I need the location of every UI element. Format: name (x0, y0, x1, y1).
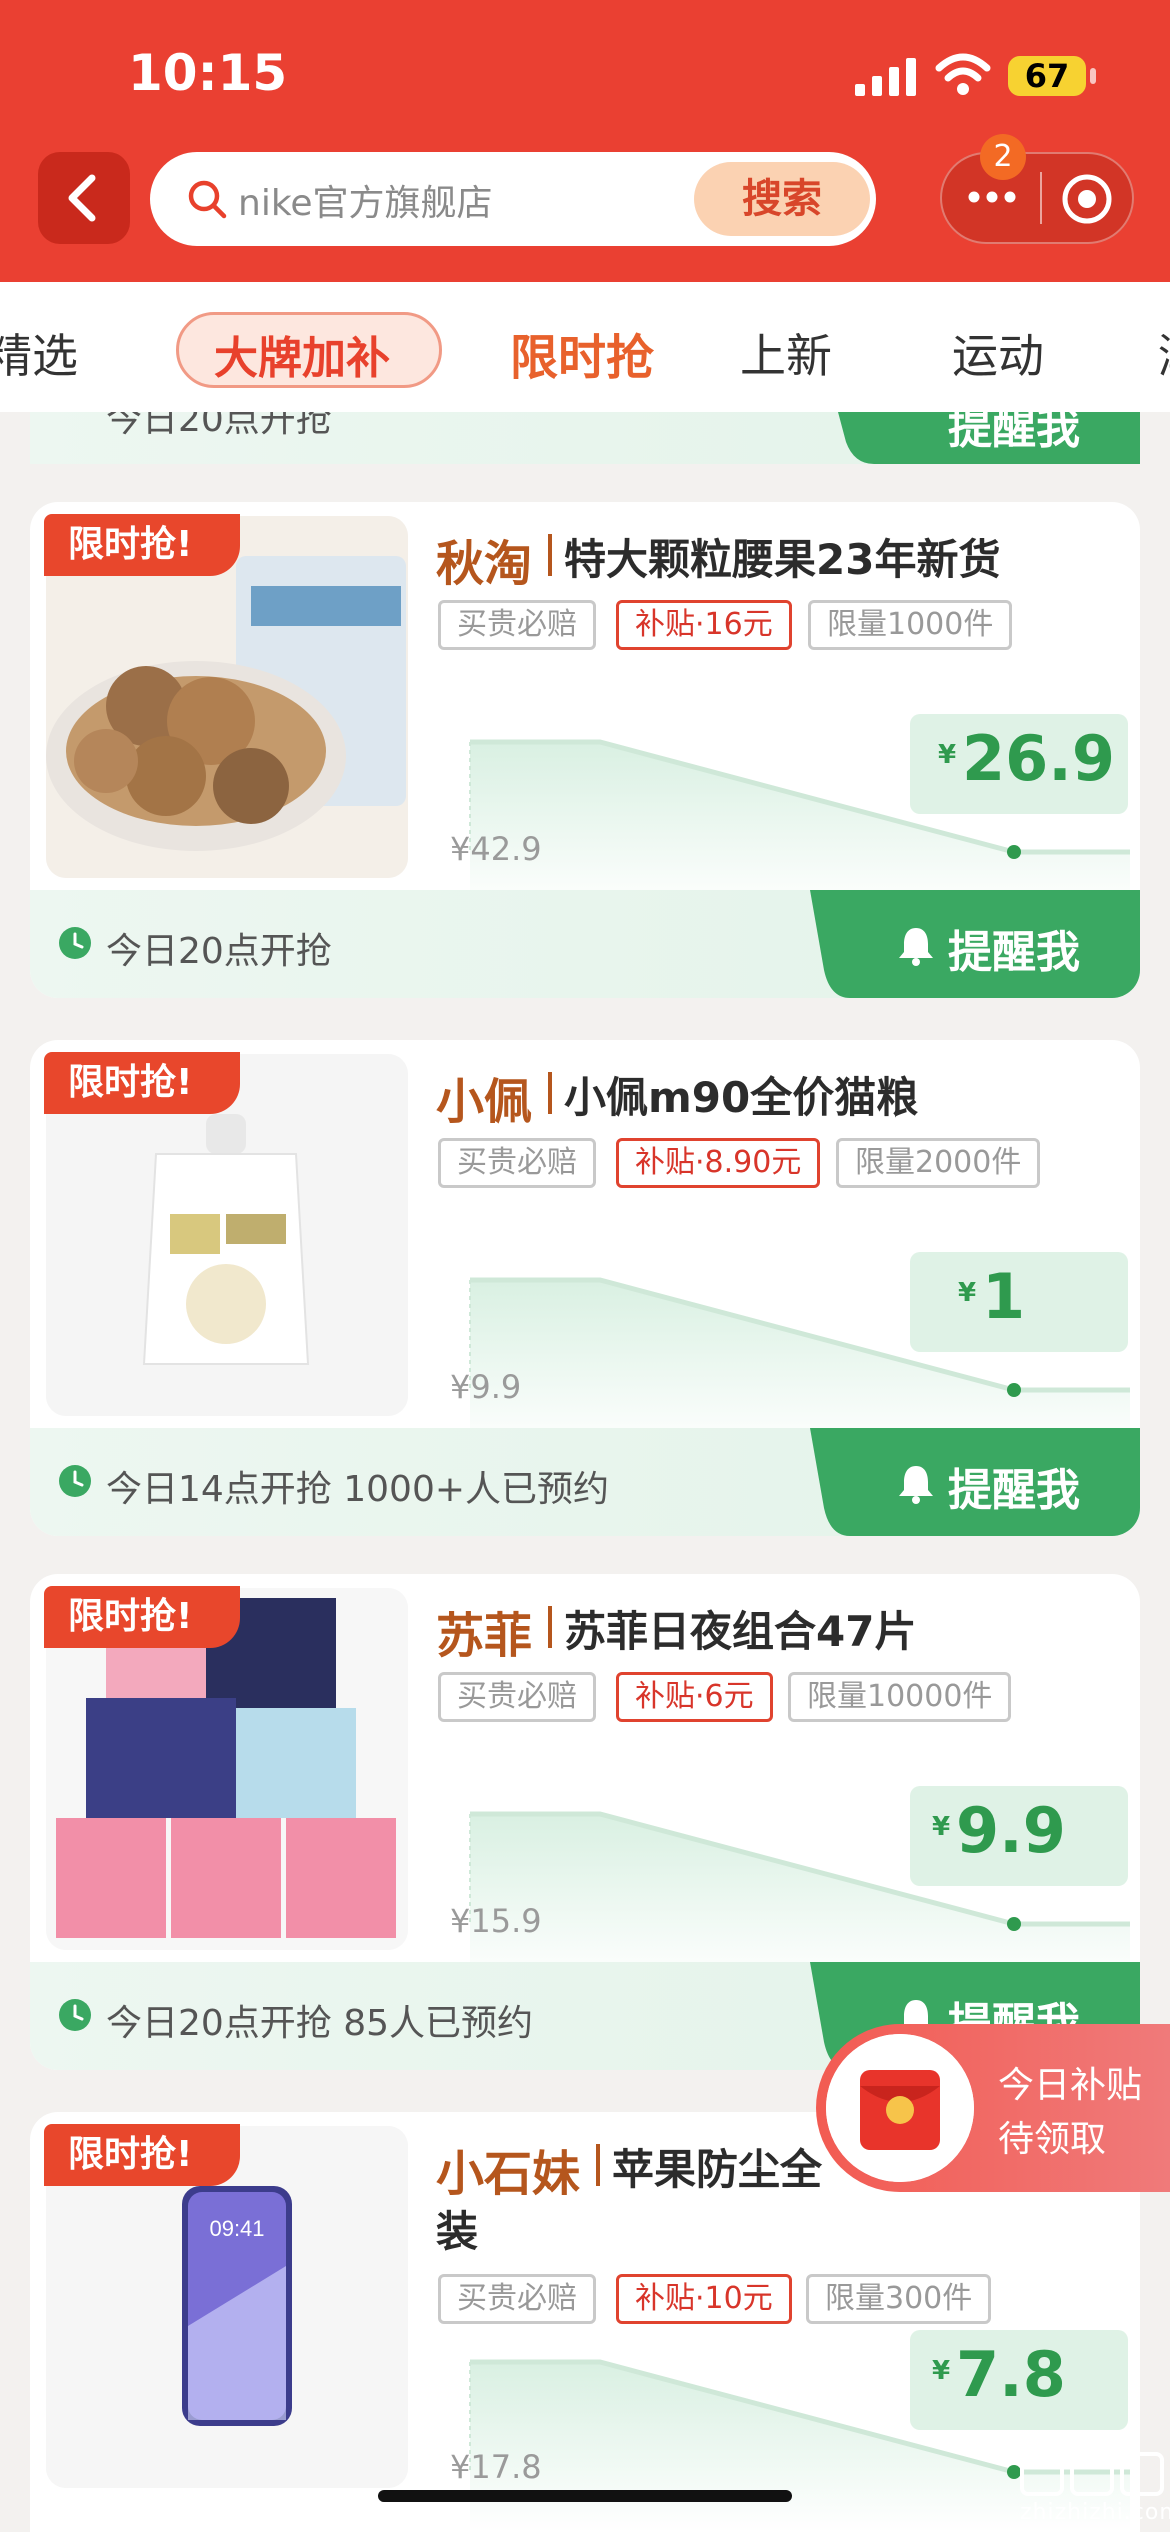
tab-new-arrivals[interactable]: 上新 (740, 320, 832, 386)
flash-sale-tag: 限时抢! (44, 1586, 240, 1648)
product-card[interactable]: 限时抢! 苏菲 苏菲日夜组合47片 买贵必赔 补贴·6元 限量10000件 ¥1… (30, 1574, 1140, 2070)
flash-sale-tag: 限时抢! (44, 1052, 240, 1114)
brand-name: 秋淘 (436, 536, 533, 592)
tag-subsidy: 补贴·10元 (616, 2274, 792, 2324)
tag-subsidy: 补贴·8.90元 (616, 1138, 821, 1188)
title-separator (548, 1606, 552, 1648)
start-time-text: 今日20点开抢 (106, 931, 332, 972)
sale-price: 9.9 (956, 1794, 1066, 1867)
tag-price-guarantee: 买贵必赔 (438, 600, 596, 650)
currency-symbol: ¥ (932, 1812, 951, 1842)
tab-sports[interactable]: 运动 (952, 320, 1044, 386)
notification-badge: 2 (980, 134, 1026, 180)
more-dots-icon[interactable] (962, 182, 1022, 212)
watermark-text: zhizhizhi.com (1020, 2500, 1170, 2525)
battery-indicator: 67 (1008, 56, 1086, 96)
product-title: 苏菲日夜组合47片 (564, 1607, 917, 1656)
partial-remind-label: 提醒我 (948, 412, 1080, 454)
product-card[interactable]: 限时抢! 秋淘 特大颗粒腰果23年新货 买贵必赔 补贴·16元 限量1000件 … (30, 502, 1140, 998)
flash-sale-tag: 限时抢! (44, 2124, 240, 2186)
currency-symbol: ¥ (958, 1278, 977, 1308)
product-title: 苹果防尘全 (612, 2145, 823, 2194)
sale-price: 26.9 (962, 722, 1115, 795)
partial-card-footer: 今日20点开抢 提醒我 (30, 412, 1140, 464)
tag-limit: 限量10000件 (788, 1672, 1012, 1722)
tab-selected-picks[interactable]: 精选 (0, 320, 78, 386)
bell-icon (899, 928, 933, 966)
search-icon (188, 180, 227, 219)
currency-symbol: ¥ (932, 2356, 951, 2386)
tag-limit: 限量1000件 (808, 600, 1013, 650)
original-price: ¥42.9 (450, 830, 542, 868)
original-price: ¥17.8 (450, 2448, 542, 2486)
red-envelope-icon (826, 2034, 974, 2182)
product-card[interactable]: 限时抢! 小佩 小佩m90全价猫粮 买贵必赔 补贴·8.90元 限量2000件 … (30, 1040, 1140, 1536)
flash-sale-tag: 限时抢! (44, 514, 240, 576)
remind-label: 提醒我 (948, 1465, 1080, 1516)
subsidy-text-line2: 待领取 (998, 2119, 1107, 2160)
tag-price-guarantee: 买贵必赔 (438, 1672, 596, 1722)
tag-price-guarantee: 买贵必赔 (438, 2274, 596, 2324)
brand-name: 小佩 (436, 1074, 533, 1130)
sale-price: 7.8 (956, 2338, 1066, 2411)
title-separator (548, 534, 552, 576)
original-price: ¥15.9 (450, 1902, 542, 1940)
search-button[interactable]: 搜索 (694, 162, 870, 236)
start-time-text: 今日14点开抢 1000+人已预约 (106, 1469, 610, 1510)
partial-start-time: 今日20点开抢 (106, 412, 332, 440)
tag-limit: 限量300件 (806, 2274, 992, 2324)
back-button[interactable] (38, 152, 130, 244)
tab-brand-subsidy-label: 大牌加补 (214, 333, 390, 384)
svg-text:09:41: 09:41 (209, 2216, 264, 2241)
chevron-left-icon (68, 174, 96, 222)
battery-tip (1090, 68, 1096, 84)
brand-name: 苏菲 (436, 1608, 533, 1664)
capsule-divider (1040, 172, 1042, 224)
search-placeholder: nike官方旗舰店 (238, 183, 493, 224)
subsidy-text-line1: 今日补贴 (998, 2065, 1143, 2106)
sale-price: 1 (982, 1260, 1026, 1333)
status-time: 10:15 (128, 44, 288, 102)
original-price: ¥9.9 (450, 1368, 522, 1406)
tab-trend[interactable]: 潮 (1158, 320, 1170, 386)
wifi-icon (935, 53, 991, 95)
tag-limit: 限量2000件 (836, 1138, 1041, 1188)
close-target-icon[interactable] (1060, 172, 1114, 226)
clock-icon (59, 1465, 91, 1497)
currency-symbol: ¥ (938, 740, 957, 770)
title-separator (548, 1072, 552, 1114)
clock-icon (59, 927, 91, 959)
product-title-line2: 装 (436, 2207, 479, 2256)
brand-name: 小石妹 (436, 2146, 581, 2202)
remind-label: 提醒我 (948, 927, 1080, 978)
title-separator (596, 2144, 600, 2186)
tab-flash-sale[interactable]: 限时抢 (510, 318, 654, 388)
tag-price-guarantee: 买贵必赔 (438, 1138, 596, 1188)
clock-icon (59, 1999, 91, 2031)
product-title: 小佩m90全价猫粮 (564, 1073, 919, 1122)
home-indicator (378, 2490, 792, 2502)
bell-icon (899, 1466, 933, 1504)
tag-subsidy: 补贴·6元 (616, 1672, 773, 1722)
product-title: 特大颗粒腰果23年新货 (564, 535, 1001, 584)
cellular-signal-icon (855, 58, 916, 96)
red-envelope-graphic (826, 2034, 974, 2182)
start-time-text: 今日20点开抢 85人已预约 (106, 2003, 534, 2044)
tag-subsidy: 补贴·16元 (616, 600, 792, 650)
